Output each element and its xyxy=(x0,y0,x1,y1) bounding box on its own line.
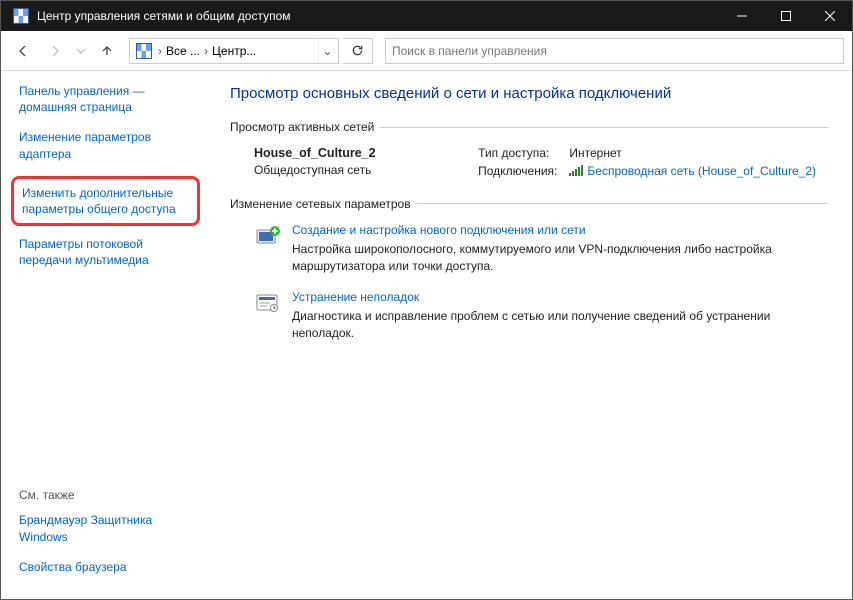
recent-dropdown[interactable] xyxy=(73,37,89,65)
connection-link[interactable]: Беспроводная сеть (House_of_Culture_2) xyxy=(587,164,816,178)
back-button[interactable] xyxy=(9,37,37,65)
task-desc: Диагностика и исправление проблем с сеть… xyxy=(292,308,816,342)
network-name: House_of_Culture_2 xyxy=(254,146,468,160)
sidebar-link-browser-properties[interactable]: Свойства браузера xyxy=(19,559,196,575)
window: Центр управления сетями и общим доступом… xyxy=(0,0,853,600)
connections-label: Подключения: xyxy=(478,164,557,179)
address-bar[interactable]: › Все ... › Центр... ⌄ xyxy=(129,38,339,64)
task-new-connection: Создание и настройка нового подключения … xyxy=(254,223,816,275)
sidebar-link-media-streaming[interactable]: Параметры потоковой передачи мультимедиа xyxy=(19,236,196,268)
sidebar-link-advanced-sharing[interactable]: Изменить дополнительные параметры общего… xyxy=(11,176,200,226)
refresh-button[interactable] xyxy=(343,38,373,64)
access-type-label: Тип доступа: xyxy=(478,146,557,160)
close-button[interactable] xyxy=(808,1,852,31)
navbar: › Все ... › Центр... ⌄ xyxy=(1,31,852,71)
body: Панель управления — домашняя страница Из… xyxy=(1,71,852,599)
task-troubleshoot: Устранение неполадок Диагностика и испра… xyxy=(254,290,816,342)
access-type-value: Интернет xyxy=(569,146,816,160)
minimize-button[interactable] xyxy=(720,1,764,31)
task-link-troubleshoot[interactable]: Устранение неполадок xyxy=(292,290,419,304)
network-sharing-icon xyxy=(136,43,152,59)
troubleshoot-icon xyxy=(254,290,282,318)
new-connection-icon xyxy=(254,223,282,251)
wifi-signal-icon xyxy=(569,165,583,179)
see-also-label: См. также xyxy=(19,488,196,502)
sidebar-link-firewall[interactable]: Брандмауэр Защитника Windows xyxy=(19,512,196,544)
network-type: Общедоступная сеть xyxy=(254,163,468,177)
breadcrumb-item[interactable]: Все ... xyxy=(164,44,202,58)
sidebar: Панель управления — домашняя страница Из… xyxy=(1,71,206,599)
page-title: Просмотр основных сведений о сети и наст… xyxy=(230,85,828,102)
task-desc: Настройка широкополосного, коммутируемог… xyxy=(292,241,816,275)
sidebar-link-adapter-settings[interactable]: Изменение параметров адаптера xyxy=(19,129,196,161)
app-icon xyxy=(13,8,29,24)
change-settings-header: Изменение сетевых параметров xyxy=(230,197,828,211)
breadcrumb-item[interactable]: Центр... xyxy=(210,44,258,58)
active-networks-header: Просмотр активных сетей xyxy=(230,120,828,134)
forward-button[interactable] xyxy=(41,37,69,65)
chevron-down-icon[interactable]: ⌄ xyxy=(318,39,336,63)
chevron-right-icon: › xyxy=(156,44,164,58)
titlebar: Центр управления сетями и общим доступом xyxy=(1,1,852,31)
task-link-new-connection[interactable]: Создание и настройка нового подключения … xyxy=(292,223,586,237)
active-network-row: House_of_Culture_2 Общедоступная сеть Ти… xyxy=(254,146,816,179)
window-title: Центр управления сетями и общим доступом xyxy=(37,9,720,23)
search-input[interactable] xyxy=(385,38,844,64)
up-button[interactable] xyxy=(93,37,121,65)
chevron-right-icon: › xyxy=(202,44,210,58)
content: Просмотр основных сведений о сети и наст… xyxy=(206,71,852,599)
sidebar-link-home[interactable]: Панель управления — домашняя страница xyxy=(19,83,196,115)
maximize-button[interactable] xyxy=(764,1,808,31)
